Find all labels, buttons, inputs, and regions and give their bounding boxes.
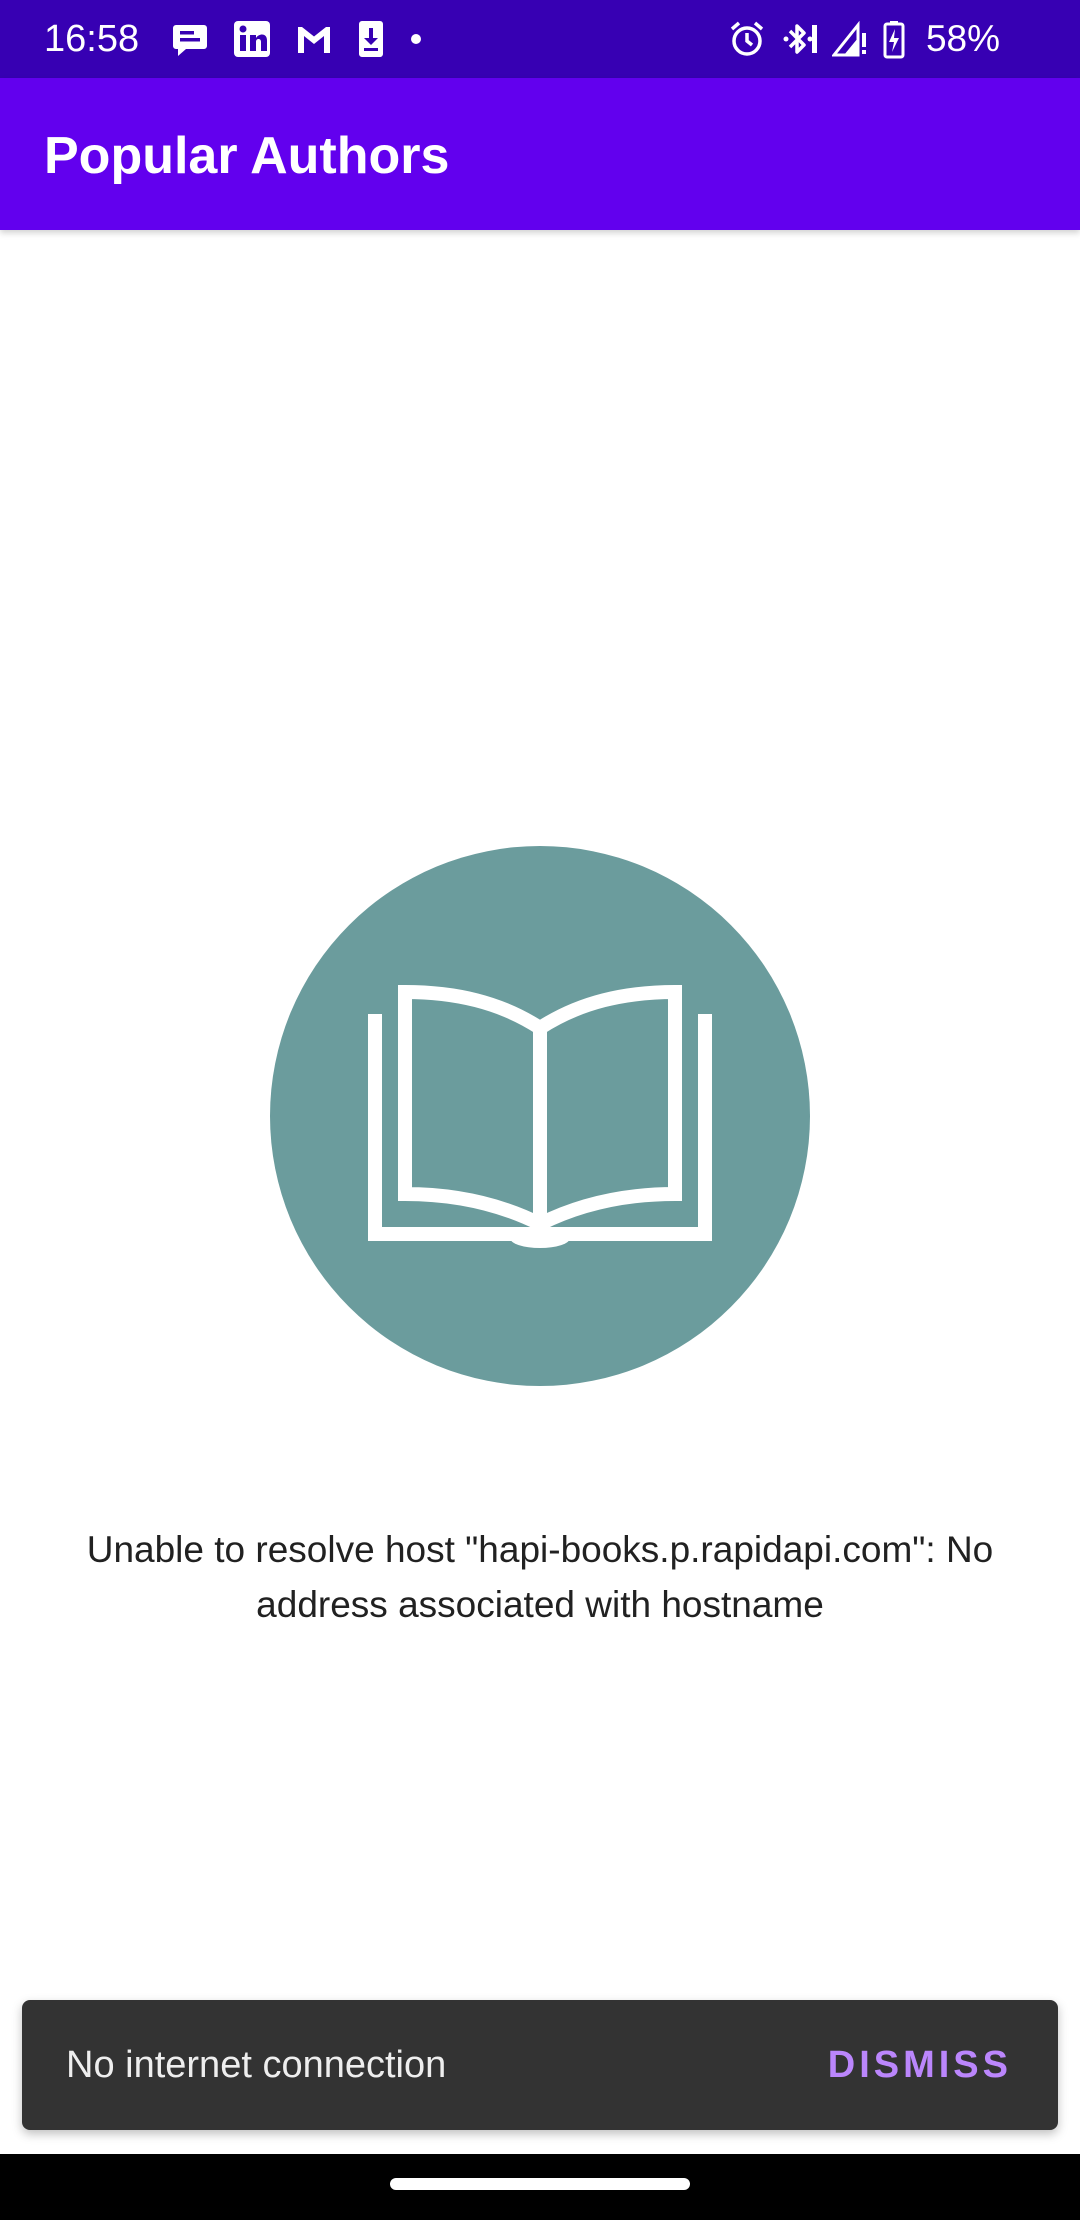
system-status-icons: 58% [728,18,1000,60]
app-bar: Popular Authors [0,78,1080,230]
page-title: Popular Authors [44,127,450,185]
dot-icon [408,19,424,59]
status-bar: 16:58 58% [0,0,1080,78]
error-illustration [270,846,810,1386]
gmail-icon [294,19,334,59]
status-time: 16:58 [44,18,140,60]
dismiss-button[interactable]: DISMISS [822,2034,1018,2096]
signal-icon [831,19,868,59]
error-message: Unable to resolve host "hapi-books.p.rap… [86,1529,994,1625]
snackbar-message: No internet connection [66,2044,447,2086]
screen: 16:58 58% Popular Authors Unable to reso… [0,0,1080,2220]
snackbar: No internet connection DISMISS [22,2000,1058,2130]
download-icon [356,19,386,59]
navigation-bar [0,2154,1080,2220]
open-book-icon [368,984,712,1248]
battery-percentage: 58% [925,18,1000,59]
chat-icon [170,19,210,59]
notification-icons [170,18,424,60]
home-gesture-handle[interactable] [390,2178,690,2190]
linkedin-icon [232,19,272,59]
alarm-icon [728,19,766,59]
battery-charging-icon [882,19,906,59]
bluetooth-icon [780,19,818,59]
